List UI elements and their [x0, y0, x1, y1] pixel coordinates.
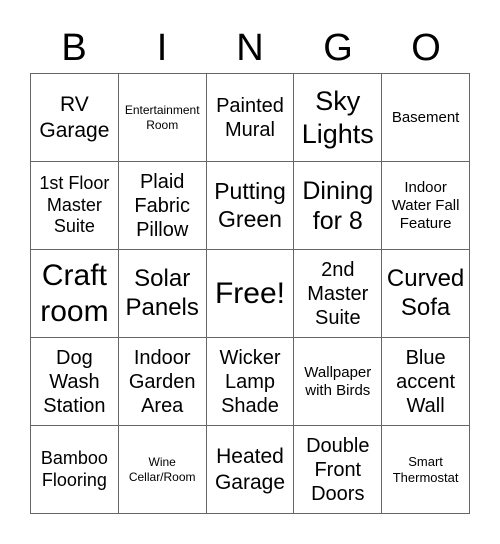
- bingo-cell[interactable]: Smart Thermostat: [382, 426, 470, 514]
- bingo-cell[interactable]: Heated Garage: [206, 426, 295, 514]
- bingo-cell[interactable]: Curved Sofa: [382, 250, 470, 338]
- cell-label: Smart Thermostat: [392, 453, 459, 485]
- bingo-cell[interactable]: Bamboo Flooring: [31, 426, 119, 514]
- bingo-cell[interactable]: Sky Lights: [294, 74, 383, 162]
- bingo-cell[interactable]: 1st Floor Master Suite: [31, 162, 119, 250]
- cell-label: Basement: [391, 108, 460, 126]
- cell-label: RV Garage: [39, 93, 110, 142]
- header-letter: I: [156, 27, 168, 69]
- cell-label: Indoor Garden Area: [128, 346, 196, 417]
- bingo-cell[interactable]: Putting Green: [206, 162, 295, 250]
- cell-label: Painted Mural: [216, 94, 284, 141]
- header-letter: G: [323, 27, 353, 69]
- free-space-cell[interactable]: Free!: [206, 250, 295, 338]
- cell-label: Craft room: [40, 258, 109, 328]
- header-letter: B: [61, 27, 87, 69]
- bingo-cell[interactable]: Dining for 8: [294, 162, 383, 250]
- cell-label: Wine Cellar/Room: [128, 455, 196, 484]
- cell-label: 1st Floor Master Suite: [39, 173, 110, 237]
- cell-label: Putting Green: [214, 177, 286, 232]
- bingo-cell[interactable]: Blue accent Wall: [382, 338, 470, 426]
- bingo-cell[interactable]: Solar Panels: [118, 250, 207, 338]
- cell-label: Dog Wash Station: [43, 346, 106, 417]
- bingo-cell[interactable]: Wicker Lamp Shade: [206, 338, 295, 426]
- cell-label: Indoor Water Fall Feature: [391, 178, 460, 232]
- bingo-cell[interactable]: Wine Cellar/Room: [118, 426, 207, 514]
- bingo-cell[interactable]: RV Garage: [31, 74, 119, 162]
- bingo-cell[interactable]: Basement: [382, 74, 470, 162]
- cell-label: Solar Panels: [125, 264, 199, 321]
- bingo-cell[interactable]: Craft room: [31, 250, 119, 338]
- header-letter: O: [411, 27, 441, 69]
- cell-label: Dining for 8: [302, 176, 374, 235]
- cell-label: Curved Sofa: [386, 264, 465, 321]
- bingo-header: B I N G O: [30, 24, 470, 72]
- cell-label: Free!: [214, 276, 285, 310]
- header-letter: N: [236, 27, 264, 69]
- cell-label: Heated Garage: [214, 445, 286, 494]
- cell-label: Double Front Doors: [306, 434, 370, 505]
- cell-label: Wicker Lamp Shade: [219, 346, 281, 417]
- bingo-cell[interactable]: 2nd Master Suite: [294, 250, 383, 338]
- bingo-cell[interactable]: Indoor Garden Area: [118, 338, 207, 426]
- cell-label: 2nd Master Suite: [307, 258, 369, 329]
- bingo-cell[interactable]: Painted Mural: [206, 74, 295, 162]
- cell-label: Sky Lights: [301, 86, 374, 149]
- bingo-grid: RV Garage Entertainment Room Painted Mural…: [30, 73, 470, 514]
- bingo-cell[interactable]: Double Front Doors: [294, 426, 383, 514]
- bingo-cell[interactable]: Dog Wash Station: [31, 338, 119, 426]
- bingo-cell[interactable]: Entertainment Room: [118, 74, 207, 162]
- cell-label: Blue accent Wall: [396, 346, 456, 417]
- bingo-cell[interactable]: Plaid Fabric Pillow: [118, 162, 207, 250]
- cell-label: Entertainment Room: [124, 103, 200, 132]
- bingo-cell[interactable]: Indoor Water Fall Feature: [382, 162, 470, 250]
- cell-label: Plaid Fabric Pillow: [134, 170, 190, 241]
- bingo-cell[interactable]: Wallpaper with Birds: [294, 338, 383, 426]
- cell-label: Wallpaper with Birds: [304, 363, 372, 399]
- cell-label: Bamboo Flooring: [40, 447, 108, 490]
